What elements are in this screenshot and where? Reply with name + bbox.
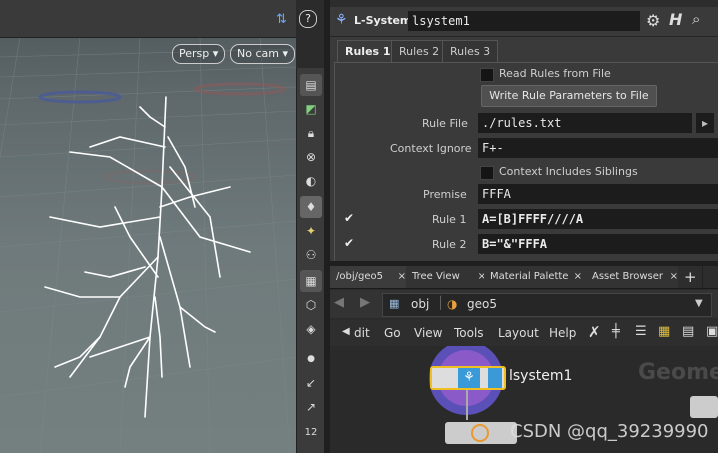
network-bg-text: Geome bbox=[638, 360, 718, 385]
caret-left-icon[interactable]: ◀ bbox=[342, 326, 350, 337]
rule2-enable-icon[interactable]: ✔ bbox=[344, 236, 354, 250]
tab-material-palette[interactable]: Material Palette × bbox=[484, 266, 587, 288]
normal-icon[interactable]: ↙ bbox=[300, 372, 322, 394]
lsystem-node[interactable]: ⚘ bbox=[430, 366, 506, 390]
forward-icon[interactable]: ▶ bbox=[360, 295, 370, 310]
list-icon[interactable]: ☰ bbox=[635, 324, 647, 339]
camera-dropdown[interactable]: No cam ▾ bbox=[230, 44, 295, 64]
rule2-field[interactable]: B="&"FFFA bbox=[478, 234, 718, 254]
close-icon: × bbox=[669, 271, 678, 282]
node-name-field[interactable]: lsystem1 bbox=[408, 11, 640, 31]
lock-icon[interactable]: 🔒︎ bbox=[300, 122, 322, 144]
pin-icon[interactable]: ↗ bbox=[300, 396, 322, 418]
parameter-header: ⚘ L-System lsystem1 ⚙ H ⌕ bbox=[330, 8, 718, 37]
viewport-header: ⇅ ? bbox=[0, 0, 317, 38]
read-rules-checkbox[interactable] bbox=[480, 68, 494, 82]
rule1-field[interactable]: A=[B]FFFF////A bbox=[478, 209, 718, 229]
menu-view[interactable]: View bbox=[414, 326, 442, 340]
help-icon[interactable]: ? bbox=[299, 10, 317, 28]
menu-help[interactable]: Help bbox=[549, 326, 576, 340]
point-number-icon[interactable]: 12 bbox=[300, 422, 322, 444]
lsystem-node-icon: ⚘ bbox=[458, 368, 480, 388]
headlight-icon[interactable]: ⚇ bbox=[300, 244, 322, 266]
node-wire bbox=[466, 390, 468, 420]
camera-icon[interactable]: ◐ bbox=[300, 170, 322, 192]
perspective-dropdown[interactable]: Persp ▾ bbox=[172, 44, 226, 64]
rule1-label: Rule 1 bbox=[432, 213, 467, 226]
search-icon[interactable]: ⌕ bbox=[692, 10, 700, 28]
premise-label: Premise bbox=[423, 188, 467, 201]
wrench-icon[interactable]: ✗ bbox=[588, 323, 601, 341]
obj-icon: ▦ bbox=[389, 297, 400, 310]
display-flag[interactable] bbox=[488, 368, 502, 388]
write-rules-button[interactable]: Write Rule Parameters to File bbox=[481, 85, 657, 107]
lsystem-node-label: lsystem1 bbox=[509, 368, 573, 384]
object-icon[interactable]: ◈ bbox=[300, 318, 322, 340]
viewport-toolbar: ▤ ◩ 🔒︎ ⊗ ◐ ♦ ✦ ⚇ ▦ ⬡ ◈ ● ↙ ↗ 12 bbox=[296, 68, 325, 453]
path-separator: │ bbox=[437, 296, 445, 310]
geo-icon: ◑ bbox=[447, 297, 458, 311]
tab-asset-browser[interactable]: Asset Browser × bbox=[586, 266, 683, 288]
file-chooser-icon[interactable]: ▸ bbox=[696, 113, 714, 133]
network-path-bar: ◀ ▶ ▦ obj │ ◑ geo5 ▼ bbox=[330, 290, 718, 318]
pane-top-strip bbox=[330, 0, 718, 7]
viewport-scene bbox=[0, 37, 296, 453]
group-node[interactable] bbox=[445, 422, 517, 444]
close-icon: × bbox=[397, 271, 406, 282]
back-icon[interactable]: ◀ bbox=[334, 295, 344, 310]
snap-icon[interactable]: ⊗ bbox=[300, 146, 322, 168]
tab-obj-geo5[interactable]: /obj/geo5 × bbox=[330, 266, 411, 288]
rule-file-field[interactable]: ./rules.txt bbox=[478, 113, 692, 133]
wire-icon[interactable]: ⬡ bbox=[300, 294, 322, 316]
display-options-icon[interactable]: ⇅ bbox=[276, 12, 287, 27]
lsystem-icon: ⚘ bbox=[335, 12, 348, 28]
color-palette-icon[interactable]: ▦ bbox=[658, 324, 670, 339]
group-node-icon bbox=[471, 424, 489, 442]
close-icon: × bbox=[573, 271, 582, 282]
path-field[interactable]: ▦ obj │ ◑ geo5 ▼ bbox=[382, 293, 712, 317]
network-editor[interactable]: Geome ⚘ lsystem1 CSDN @qq_39239990 bbox=[330, 346, 718, 453]
context-siblings-checkbox[interactable] bbox=[480, 166, 494, 180]
grid-icon[interactable]: ▤ bbox=[682, 324, 694, 339]
menu-layout[interactable]: Layout bbox=[498, 326, 539, 340]
light-icon[interactable]: ♦ bbox=[300, 196, 322, 218]
watermark-text: CSDN @qq_39239990 bbox=[510, 421, 709, 442]
gear-icon[interactable]: ⚙ bbox=[646, 11, 660, 30]
tab-rules-3[interactable]: Rules 3 bbox=[442, 40, 499, 63]
node-type-label: L-System bbox=[354, 14, 412, 27]
ghost-icon[interactable]: ◩ bbox=[300, 98, 322, 120]
tab-rules-2[interactable]: Rules 2 bbox=[391, 40, 448, 63]
context-ignore-field[interactable]: F+- bbox=[478, 138, 718, 158]
display-mode-icon[interactable]: ▤ bbox=[300, 74, 322, 96]
path-geo[interactable]: geo5 bbox=[467, 297, 497, 311]
menu-go[interactable]: Go bbox=[384, 326, 401, 340]
menu-tools[interactable]: Tools bbox=[454, 326, 484, 340]
network-menubar: ◀ dit Go View Tools Layout Help ✗ ╪ ☰ ▦ … bbox=[330, 320, 718, 346]
bulb-icon[interactable]: ✦ bbox=[300, 220, 322, 242]
read-rules-label: Read Rules from File bbox=[499, 67, 611, 80]
rule1-enable-icon[interactable]: ✔ bbox=[344, 211, 354, 225]
tab-tree-view[interactable]: Tree View × bbox=[406, 266, 491, 288]
point-icon[interactable]: ● bbox=[300, 348, 322, 370]
rule2-label: Rule 2 bbox=[432, 238, 467, 251]
menu-edit[interactable]: dit bbox=[354, 326, 370, 340]
network-options-icon[interactable]: ▣ bbox=[706, 324, 718, 339]
tree-layout-icon[interactable]: ╪ bbox=[612, 324, 620, 339]
rule-file-label: Rule File bbox=[422, 117, 468, 130]
network-tabbar: /obj/geo5 × Tree View × Material Palette × … bbox=[330, 266, 718, 289]
help-h-icon[interactable]: H bbox=[669, 10, 682, 29]
3d-viewport[interactable] bbox=[0, 0, 296, 453]
side-node[interactable] bbox=[690, 396, 718, 418]
add-tab-icon[interactable]: + bbox=[678, 266, 703, 288]
path-obj[interactable]: obj bbox=[411, 297, 429, 311]
chevron-down-icon[interactable]: ▼ bbox=[695, 298, 703, 309]
context-ignore-label: Context Ignore bbox=[390, 142, 472, 155]
tab-rules-1[interactable]: Rules 1 bbox=[337, 40, 399, 63]
premise-field[interactable]: FFFA bbox=[478, 184, 718, 204]
context-siblings-label: Context Includes Siblings bbox=[499, 165, 638, 178]
shading-icon[interactable]: ▦ bbox=[300, 270, 322, 292]
